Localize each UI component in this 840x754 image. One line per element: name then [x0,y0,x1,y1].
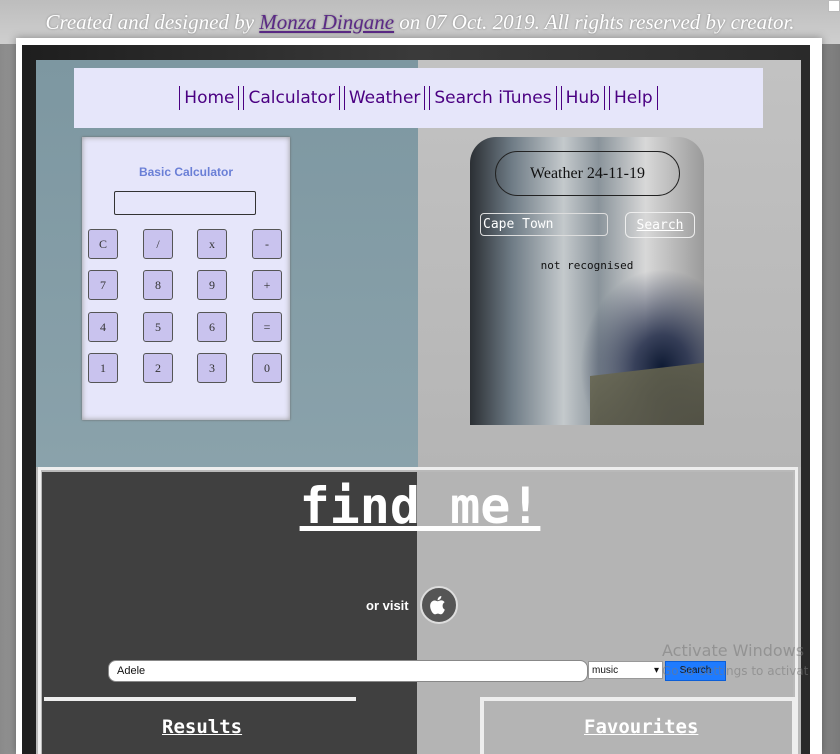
calc-key-multiply[interactable]: x [197,229,227,259]
calc-key-clear[interactable]: C [88,229,118,259]
nav-home[interactable]: Home [179,86,240,110]
weather-search-button[interactable]: Search [625,212,695,238]
calculator-display[interactable] [114,191,256,215]
calc-key-1[interactable]: 1 [88,353,118,383]
calc-key-5[interactable]: 5 [143,312,173,342]
calc-key-4[interactable]: 4 [88,312,118,342]
nav-weather[interactable]: Weather [343,86,426,110]
calc-key-9[interactable]: 9 [197,270,227,300]
calculator-title: Basic Calculator [138,165,234,179]
calc-key-equals[interactable]: = [252,312,282,342]
favourites-title: Favourites [584,716,699,738]
city-input[interactable] [480,213,608,236]
credit-prefix: Created and designed by [45,10,260,34]
calc-key-8[interactable]: 8 [143,270,173,300]
main-navbar: Home Calculator Weather Search iTunes Hu… [74,68,763,128]
windows-activation-watermark: Activate Windows Go to Settings to activ… [662,641,808,678]
weather-background-shape [590,362,704,425]
calc-key-2[interactable]: 2 [143,353,173,383]
calc-key-divide[interactable]: / [143,229,173,259]
itunes-search-input[interactable] [108,660,588,682]
dropdown-arrow-icon: ▾ [653,664,659,676]
apple-icon[interactable] [420,586,458,624]
or-visit-label: or visit [366,598,409,613]
calc-key-add[interactable]: + [252,270,282,300]
nav-calculator[interactable]: Calculator [243,86,340,110]
nav-hub[interactable]: Hub [560,86,605,110]
find-me-heading: find me! [299,477,541,535]
results-title: Results [162,716,243,738]
apple-logo-svg [430,596,445,615]
weather-status: not recognised [540,259,634,272]
credit-suffix: on 07 Oct. 2019. All rights reserved by … [394,10,795,34]
author-link[interactable]: Monza Dingane [259,10,394,34]
calc-key-subtract[interactable]: - [252,229,282,259]
watermark-line-1: Activate Windows [662,641,805,660]
calculator-widget: Basic Calculator C / x - 7 8 9 + 4 5 6 =… [82,137,290,420]
nav-search-itunes[interactable]: Search iTunes [429,86,557,110]
calc-key-0[interactable]: 0 [252,353,282,383]
media-type-select[interactable]: music ▾ [588,661,663,679]
calc-key-6[interactable]: 6 [197,312,227,342]
nav-help[interactable]: Help [608,86,658,110]
watermark-line-2: Go to Settings to activat [662,664,809,678]
corner-mark [828,0,840,12]
calc-key-3[interactable]: 3 [197,353,227,383]
media-type-value: music [592,664,619,676]
calc-key-7[interactable]: 7 [88,270,118,300]
weather-widget: Weather 24-11-19 Search not recognised [470,137,704,425]
weather-title: Weather 24-11-19 [495,151,680,196]
